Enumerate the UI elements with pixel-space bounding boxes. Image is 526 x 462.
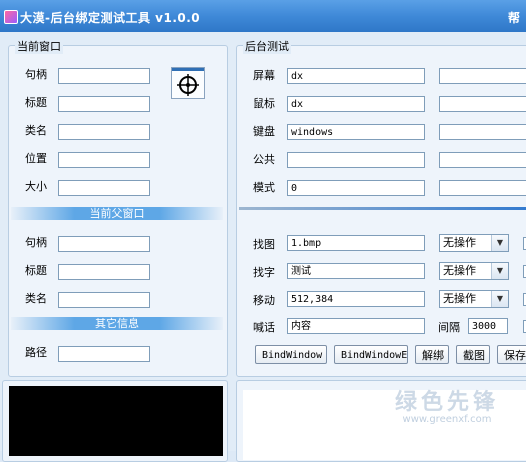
mode-extra-field[interactable]	[439, 180, 526, 196]
move-op-select[interactable]: 无操作 ▼	[439, 290, 509, 308]
say-label: 喊话	[253, 321, 275, 334]
bind-window-button[interactable]: BindWindow	[255, 345, 327, 364]
interval-field[interactable]: 3000	[468, 318, 508, 334]
parent-classname-label: 类名	[25, 292, 47, 305]
site-watermark: 绿色先锋 www.greenxf.com	[372, 384, 522, 425]
help-menu[interactable]: 帮	[508, 9, 520, 26]
parent-title-label: 标题	[25, 264, 47, 277]
screen-extra-field[interactable]	[439, 68, 526, 84]
mode-label: 模式	[253, 181, 275, 194]
parent-title-field[interactable]	[58, 264, 150, 280]
window-finder-button[interactable]	[171, 67, 205, 99]
save-button[interactable]: 保存	[497, 345, 526, 364]
find-image-field[interactable]: 1.bmp	[287, 235, 425, 251]
client-area: 当前窗口 句柄 标题 类名 位置 大小 当前父窗口 句柄 标题 类名 其它信息	[0, 32, 526, 462]
public-field[interactable]	[287, 152, 425, 168]
title-label: 标题	[25, 96, 47, 109]
preview-group	[2, 380, 228, 462]
parent-handle-field[interactable]	[58, 236, 150, 252]
find-text-op-value: 无操作	[443, 264, 476, 277]
public-label: 公共	[253, 153, 275, 166]
mouse-label: 鼠标	[253, 97, 275, 110]
move-label: 移动	[253, 294, 275, 307]
size-field[interactable]	[58, 180, 150, 196]
mouse-extra-field[interactable]	[439, 96, 526, 112]
bind-window-ex-button[interactable]: BindWindowEx	[334, 345, 408, 364]
find-text-field[interactable]: 测试	[287, 263, 425, 279]
keyboard-extra-field[interactable]	[439, 124, 526, 140]
unbind-button[interactable]: 解绑	[415, 345, 449, 364]
watermark-text: 绿色先锋	[394, 390, 499, 415]
mode-field[interactable]: 0	[287, 180, 425, 196]
find-image-op-select[interactable]: 无操作 ▼	[439, 234, 509, 252]
window-title: 大漠-后台绑定测试工具 v1.0.0	[20, 11, 201, 25]
position-field[interactable]	[58, 152, 150, 168]
keyboard-label: 键盘	[253, 125, 275, 138]
classname-field[interactable]	[58, 124, 150, 140]
move-field[interactable]: 512,384	[287, 291, 425, 307]
position-label: 位置	[25, 152, 47, 165]
chevron-down-icon: ▼	[491, 235, 508, 251]
keyboard-field[interactable]: windows	[287, 124, 425, 140]
say-field[interactable]: 内容	[287, 318, 425, 334]
chevron-down-icon: ▼	[491, 291, 508, 307]
title-bar[interactable]: 大漠-后台绑定测试工具 v1.0.0 帮	[0, 0, 526, 32]
current-window-group: 当前窗口 句柄 标题 类名 位置 大小 当前父窗口 句柄 标题 类名 其它信息	[8, 38, 228, 377]
backend-test-legend: 后台测试	[243, 38, 291, 54]
move-op-value: 无操作	[443, 292, 476, 305]
find-text-op-select[interactable]: 无操作 ▼	[439, 262, 509, 280]
current-window-legend: 当前窗口	[15, 38, 63, 54]
crosshair-target-icon	[177, 74, 199, 96]
size-label: 大小	[25, 180, 47, 193]
interval-label: 间隔	[438, 321, 460, 334]
section-separator	[239, 207, 526, 210]
classname-label: 类名	[25, 124, 47, 137]
path-label: 路径	[25, 346, 47, 359]
handle-field[interactable]	[58, 68, 150, 84]
preview-panel	[9, 386, 223, 456]
capture-button[interactable]: 截图	[456, 345, 490, 364]
parent-window-header: 当前父窗口	[11, 207, 223, 220]
parent-classname-field[interactable]	[58, 292, 150, 308]
chevron-down-icon: ▼	[491, 263, 508, 279]
title-field[interactable]	[58, 96, 150, 112]
backend-test-group: 后台测试 屏幕 dx 鼠标 dx 键盘 windows 公共 模式 0 找图 1…	[236, 38, 526, 377]
other-info-header: 其它信息	[11, 317, 223, 330]
parent-handle-label: 句柄	[25, 236, 47, 249]
find-image-op-value: 无操作	[443, 236, 476, 249]
path-field[interactable]	[58, 346, 150, 362]
find-text-label: 找字	[253, 266, 275, 279]
screen-label: 屏幕	[253, 69, 275, 82]
app-icon	[4, 10, 18, 24]
handle-label: 句柄	[25, 68, 47, 81]
mouse-field[interactable]: dx	[287, 96, 425, 112]
screen-field[interactable]: dx	[287, 68, 425, 84]
public-extra-field[interactable]	[439, 152, 526, 168]
find-image-label: 找图	[253, 238, 275, 251]
